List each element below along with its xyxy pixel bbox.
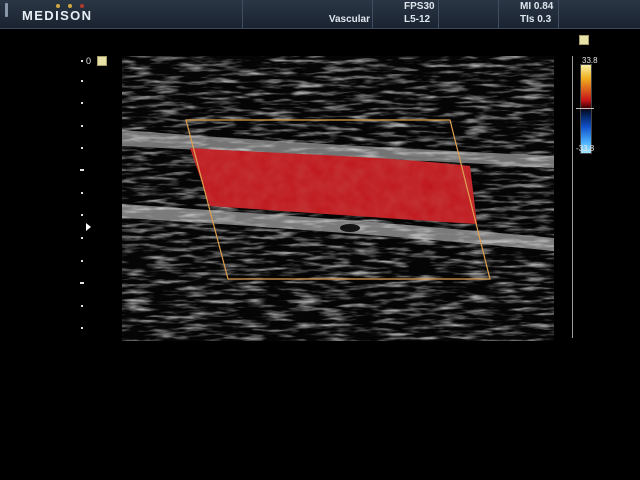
depth-tick (81, 192, 83, 194)
brand-logo: MEDISON (22, 8, 93, 23)
preset-label: Vascular (328, 14, 370, 25)
depth-tick (81, 147, 83, 149)
header-separator (498, 0, 499, 28)
depth-zero-label: 0 (86, 56, 92, 66)
depth-tick (81, 327, 83, 329)
depth-tick (81, 260, 83, 262)
color-mode-icon (579, 35, 589, 45)
depth-scale (80, 60, 84, 329)
depth-tick (80, 169, 84, 171)
depth-tick (81, 214, 83, 216)
window-tick (5, 3, 8, 17)
marker-square-icon (97, 56, 107, 66)
color-baseline (576, 108, 594, 109)
header-separator (242, 0, 243, 28)
echo-shadow (340, 224, 360, 232)
depth-tick (81, 102, 83, 104)
probe-label: L5-12 (404, 14, 431, 25)
mi-value: 0.84 (533, 1, 554, 12)
color-scale-bottom: -33.8 (576, 144, 595, 153)
header-separator (438, 0, 439, 28)
depth-tick (81, 60, 83, 62)
color-scale: 33.8 -33.8 (572, 56, 640, 346)
ultrasound-image (122, 56, 554, 341)
depth-tick (81, 125, 83, 127)
tis-value: 0.3 (537, 14, 552, 25)
header-separator (558, 0, 559, 28)
mi-readout: MI 0.84 (520, 1, 553, 12)
depth-tick (81, 237, 83, 239)
color-bar (580, 64, 592, 154)
tis-readout: TIs 0.3 (520, 14, 551, 25)
color-scale-line (572, 56, 573, 338)
mi-label: MI (520, 1, 532, 12)
header-separator (372, 0, 373, 28)
depth-tick (81, 305, 83, 307)
depth-tick (81, 80, 83, 82)
tis-label: TIs (520, 14, 535, 25)
focus-marker-icon[interactable] (86, 223, 91, 231)
fps-readout: FPS30 (404, 1, 435, 12)
header-bar: MEDISON Vascular FPS30 L5-12 MI 0.84 TIs… (0, 0, 640, 29)
depth-tick (80, 282, 84, 284)
